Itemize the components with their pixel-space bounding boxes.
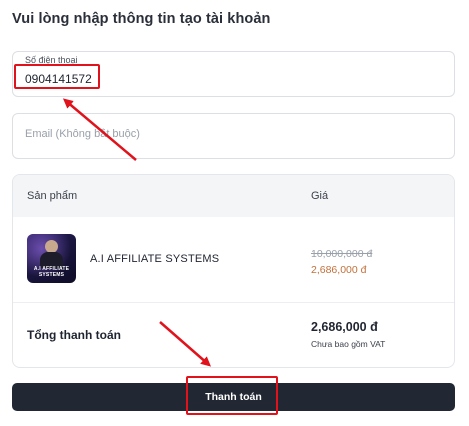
table-header: Sản phẩm Giá [13, 175, 454, 217]
col-header-product: Sản phẩm [27, 190, 78, 202]
form-title: Vui lòng nhập thông tin tạo tài khoản [12, 11, 271, 27]
phone-input-value[interactable]: 0904141572 [25, 72, 92, 86]
original-price: 10,000,000 đ [311, 248, 373, 260]
col-header-price: Giá [311, 190, 329, 202]
phone-label: Số điện thoại [25, 55, 78, 65]
table-row: A.I AFFILIATE SYSTEMS A.I AFFILIATE SYST… [13, 217, 454, 303]
email-field[interactable] [12, 113, 455, 159]
thumbnail-text: A.I AFFILIATE SYSTEMS [33, 266, 70, 278]
pay-button[interactable]: Thanh toán [12, 383, 455, 411]
total-amount: 2,686,000 đ [311, 320, 378, 334]
sale-price: 2,686,000 đ [311, 264, 367, 276]
vat-note: Chưa bao gồm VAT [311, 339, 386, 349]
total-row: Tổng thanh toán 2,686,000 đ Chưa bao gồm… [13, 304, 454, 367]
email-input[interactable] [25, 128, 445, 140]
total-label: Tổng thanh toán [27, 328, 121, 342]
product-name: A.I AFFILIATE SYSTEMS [90, 253, 220, 265]
phone-field[interactable]: Số điện thoại 0904141572 [12, 51, 455, 97]
pay-button-label: Thanh toán [205, 391, 262, 403]
product-thumbnail: A.I AFFILIATE SYSTEMS [27, 234, 76, 283]
order-summary-table: Sản phẩm Giá A.I AFFILIATE SYSTEMS A.I A… [12, 174, 455, 368]
